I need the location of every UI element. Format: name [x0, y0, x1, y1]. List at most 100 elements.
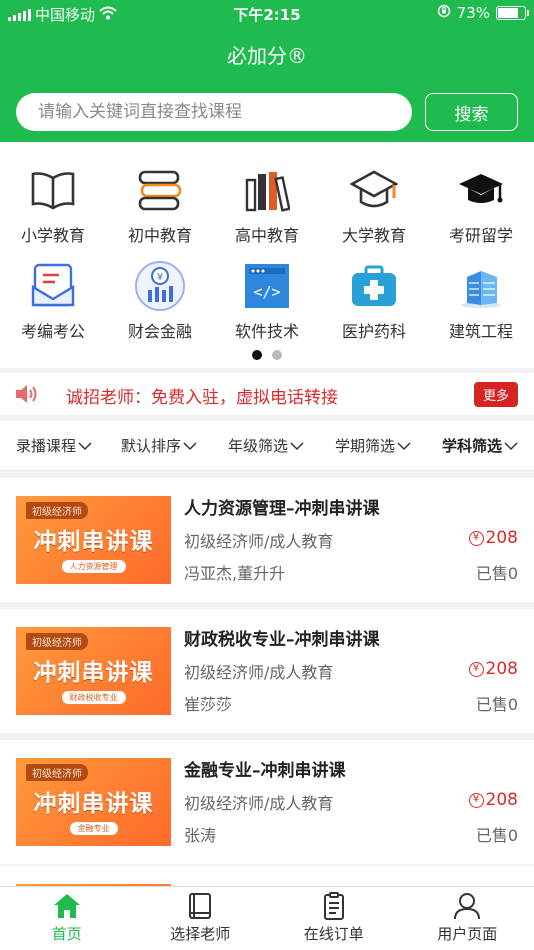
yen-chart-icon: ¥: [134, 260, 186, 312]
tab-label: 用户页面: [437, 925, 498, 943]
course-title: 金融专业–冲刺串讲课: [184, 761, 346, 781]
chevron-down-icon: [78, 441, 92, 450]
orientation-lock-icon: [437, 4, 451, 22]
tab-home[interactable]: 首页: [0, 887, 134, 950]
filter-label: 默认排序: [121, 437, 182, 455]
filter-subject[interactable]: 学科筛选: [442, 435, 518, 456]
thumb-tag: 初级经济师: [26, 764, 88, 781]
filter-label: 学期筛选: [335, 437, 396, 455]
category-label: 考编考公: [20, 322, 85, 341]
course-category: 初级经济师/成人教育: [184, 663, 334, 682]
app-title: 必加分®: [227, 44, 307, 68]
medical-kit-icon: [348, 260, 400, 312]
tab-label: 在线订单: [303, 925, 364, 943]
category-label: 大学教育: [341, 226, 406, 245]
svg-text:</>: </>: [253, 283, 280, 301]
stacked-books-icon: [134, 164, 186, 216]
tab-teachers[interactable]: 选择老师: [134, 887, 268, 950]
category-junior[interactable]: 初中教育: [107, 164, 213, 246]
course-sold: 已售0: [475, 564, 518, 583]
notice-text: 诚招老师：免费入驻，虚拟电话转接: [66, 388, 338, 408]
category-label: 软件技术: [234, 322, 299, 341]
category-postgrad[interactable]: 考研留学: [428, 164, 534, 246]
category-grid: 小学教育 初中教育 高中教育 大学教育 考研留学 考编考公 ¥ 财会金融 </>…: [0, 142, 534, 368]
thumb-tag: 初级经济师: [26, 633, 88, 650]
tab-orders[interactable]: 在线订单: [267, 887, 401, 950]
category-label: 高中教育: [234, 226, 299, 245]
book-icon: [189, 893, 212, 919]
header: 中国移动 下午2:15 73% 必加分® 搜索: [0, 0, 534, 142]
filter-bar: 录播课程 默认排序 年级筛选 学期筛选 学科筛选: [0, 421, 534, 471]
open-book-icon: [27, 164, 79, 216]
course-category: 初级经济师/成人教育: [184, 532, 334, 551]
grad-cap-icon: [455, 164, 507, 216]
chevron-down-icon: [504, 441, 518, 450]
user-icon: [454, 893, 481, 920]
course-price: ¥208: [468, 659, 518, 679]
tab-label: 首页: [51, 925, 82, 943]
category-label: 初中教育: [127, 226, 192, 245]
grad-cap-outline-icon: [348, 164, 400, 216]
search-input[interactable]: [16, 93, 412, 131]
chevron-down-icon: [183, 441, 197, 450]
category-university[interactable]: 大学教育: [321, 164, 427, 246]
code-window-icon: </>: [241, 260, 293, 312]
course-price: ¥208: [468, 790, 518, 810]
course-teacher: 冯亚杰,董升升: [184, 564, 286, 583]
thumb-subject: 金融专业: [69, 822, 118, 835]
filter-course-type[interactable]: 录播课程: [16, 435, 92, 456]
page-dot[interactable]: [272, 350, 282, 360]
thumb-subject: 财政税收专业: [61, 691, 126, 704]
building-icon: [455, 260, 507, 312]
category-software[interactable]: </> 软件技术: [214, 260, 320, 342]
more-button[interactable]: 更多: [473, 382, 518, 407]
course-thumbnail: 初级经济师 冲刺串讲课 人力资源管理: [16, 496, 171, 584]
bookshelf-icon: [241, 164, 293, 216]
category-civil-service[interactable]: 考编考公: [0, 260, 106, 342]
course-card[interactable]: 初级经济师 冲刺串讲课 金融专业 金融专业–冲刺串讲课 初级经济师/成人教育 张…: [0, 740, 534, 864]
chevron-down-icon: [290, 441, 304, 450]
course-title: 人力资源管理–冲刺串讲课: [184, 499, 380, 519]
price-value: 208: [485, 659, 518, 679]
thumb-subject: 人力资源管理: [61, 560, 126, 573]
category-primary[interactable]: 小学教育: [0, 164, 106, 246]
category-construction[interactable]: 建筑工程: [428, 260, 534, 342]
category-finance[interactable]: ¥ 财会金融: [107, 260, 213, 342]
thumb-headline: 冲刺串讲课: [33, 529, 154, 555]
tab-user[interactable]: 用户页面: [401, 887, 534, 950]
price-value: 208: [485, 790, 518, 810]
clipboard-icon: [323, 892, 344, 920]
svg-text:¥: ¥: [157, 272, 163, 283]
yen-icon: ¥: [468, 530, 484, 546]
notice-bar[interactable]: 诚招老师：免费入驻，虚拟电话转接 更多: [0, 373, 534, 415]
speaker-icon: [14, 383, 40, 409]
thumb-headline: 冲刺串讲课: [33, 660, 154, 686]
status-bar: 中国移动 下午2:15 73%: [0, 0, 534, 28]
battery-icon: [496, 6, 529, 20]
tab-label: 选择老师: [170, 925, 231, 943]
category-label: 医护药科: [341, 322, 406, 341]
search-button[interactable]: 搜索: [425, 93, 518, 131]
filter-label: 学科筛选: [442, 437, 503, 455]
filter-sort[interactable]: 默认排序: [121, 435, 197, 456]
tab-bar: 首页 选择老师 在线订单 用户页面: [0, 886, 534, 950]
home-icon: [53, 894, 80, 918]
category-senior[interactable]: 高中教育: [214, 164, 320, 246]
yen-icon: ¥: [468, 661, 484, 677]
course-sold: 已售0: [475, 826, 518, 845]
filter-grade[interactable]: 年级筛选: [228, 435, 304, 456]
course-card[interactable]: 初级经济师 冲刺串讲课 财政税收专业 财政税收专业–冲刺串讲课 初级经济师/成人…: [0, 609, 534, 733]
yen-icon: ¥: [468, 792, 484, 808]
course-price: ¥208: [468, 528, 518, 548]
chevron-down-icon: [397, 441, 411, 450]
course-thumbnail: 初级经济师 冲刺串讲课 金融专业: [16, 758, 171, 846]
course-category: 初级经济师/成人教育: [184, 794, 334, 813]
course-teacher: 张涛: [184, 826, 217, 845]
page-dot-active[interactable]: [252, 350, 262, 360]
thumb-tag: 初级经济师: [26, 502, 88, 519]
course-card[interactable]: 初级经济师 冲刺串讲课 人力资源管理 人力资源管理–冲刺串讲课 初级经济师/成人…: [0, 478, 534, 602]
page-indicator: [0, 350, 534, 360]
thumb-headline: 冲刺串讲课: [33, 791, 154, 817]
filter-semester[interactable]: 学期筛选: [335, 435, 411, 456]
category-medical[interactable]: 医护药科: [321, 260, 427, 342]
